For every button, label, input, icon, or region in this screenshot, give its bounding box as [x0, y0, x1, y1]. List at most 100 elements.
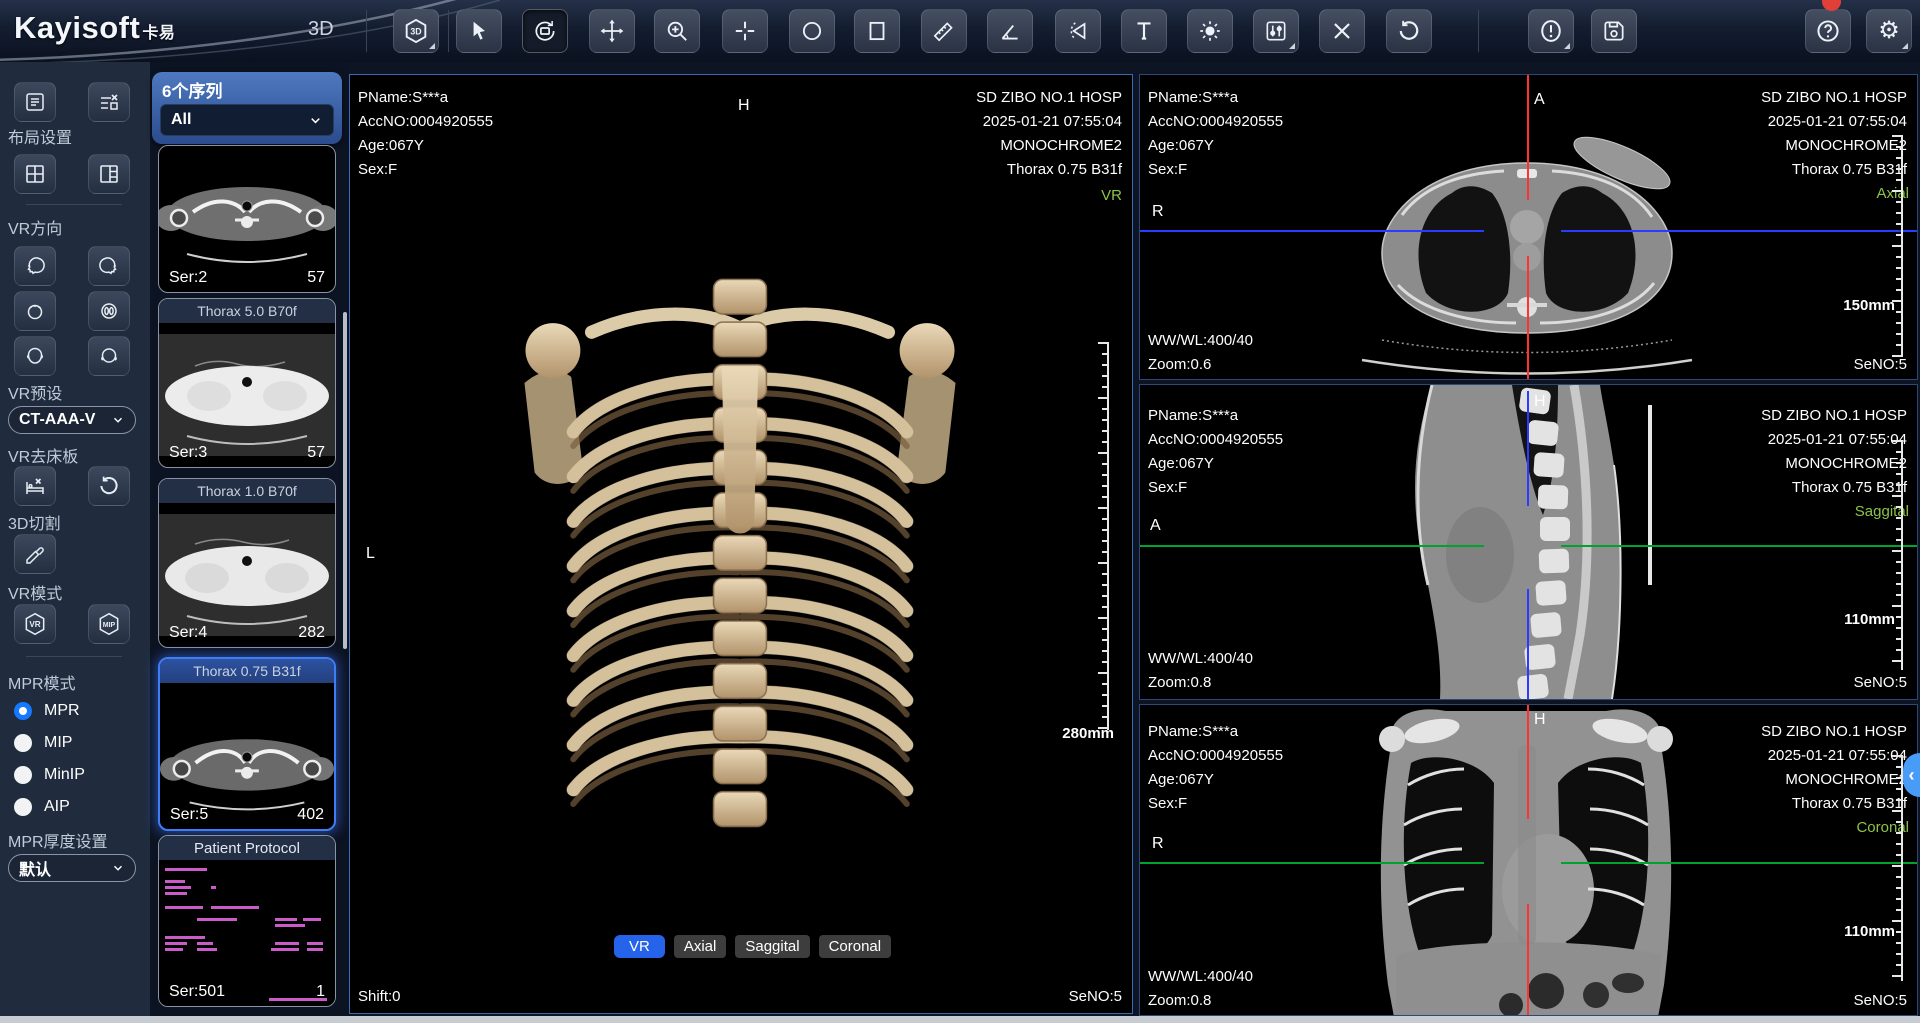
zoom-in-button[interactable]	[654, 9, 700, 53]
bed-remove-button[interactable]	[14, 466, 56, 506]
layout-right-split-button[interactable]	[88, 154, 130, 194]
crosshair-vertical[interactable]	[1527, 705, 1529, 819]
gear-icon: ⚙	[1878, 19, 1900, 43]
head-left-button[interactable]	[14, 246, 56, 286]
help-button[interactable]	[1805, 9, 1851, 53]
head-posterior-button[interactable]	[88, 336, 130, 376]
mip-hexagon-button[interactable]: MIP	[88, 604, 130, 644]
text-annotation-icon	[1131, 18, 1157, 44]
delete-button[interactable]	[1319, 9, 1365, 53]
mpr-mode-label: MPR模式	[8, 670, 76, 694]
grid-2x2-icon	[23, 162, 47, 186]
head-superior-button[interactable]	[14, 291, 56, 331]
bed-remove-icon	[23, 474, 47, 498]
grid-2x2-button[interactable]	[14, 154, 56, 194]
crosshair-horizontal[interactable]	[1140, 545, 1484, 547]
coronal-button[interactable]: Coronal	[819, 935, 892, 958]
svg-text:3D: 3D	[410, 26, 421, 36]
vr-skeleton-render	[496, 273, 984, 853]
scale-value: 280mm	[1062, 725, 1114, 742]
settings-button[interactable]: ⚙	[1866, 9, 1912, 53]
head-inferior-button[interactable]	[88, 291, 130, 331]
protractor-icon	[1065, 18, 1091, 44]
crosshair-horizontal[interactable]	[1561, 545, 1918, 547]
ellipse-button[interactable]	[789, 9, 835, 53]
series-thumb-ser501[interactable]: Patient Protocol Ser:501 1	[158, 835, 336, 1007]
hospital-name: SD ZIBO NO.1 HOSP	[1761, 723, 1907, 740]
reset-button[interactable]	[1386, 9, 1432, 53]
angle-button[interactable]	[987, 9, 1033, 53]
adjustments-button[interactable]	[1253, 9, 1299, 53]
mpr-thickness-label: MPR厚度设置	[8, 828, 108, 852]
top-toolbar: Kayisoft卡易 3D 3D	[0, 0, 1920, 62]
brightness-button[interactable]	[1187, 9, 1233, 53]
vr-direction-label: VR方向	[8, 215, 62, 239]
image-count: 1	[316, 983, 325, 1001]
shift-value: Shift:0	[358, 988, 401, 1005]
volume-3d-button[interactable]: 3D	[393, 9, 439, 53]
rotate-3d-icon	[532, 18, 558, 44]
vr-viewport[interactable]: PName:S***a AccNO:0004920555 Age:067Y Se…	[349, 74, 1133, 1014]
radio-mip[interactable]: MIP	[14, 734, 72, 752]
chevron-down-icon	[111, 861, 125, 875]
series-number: Ser:4	[169, 624, 207, 642]
collapse-panel-button[interactable]: ‹	[1903, 753, 1920, 797]
coronal-viewport[interactable]: PName:S***a AccNO:0004920555 Age:067Y Se…	[1139, 704, 1918, 1016]
series-scrollbar[interactable]	[343, 312, 347, 649]
crosshair-horizontal[interactable]	[1140, 230, 1484, 232]
crosshair-vertical[interactable]	[1527, 391, 1529, 506]
crosshair-vertical[interactable]	[1527, 589, 1529, 700]
series-description: Thorax 0.75 B31f	[1007, 161, 1122, 178]
toolbar-divider	[366, 10, 367, 52]
bed-reset-button[interactable]	[88, 466, 130, 506]
series-thumb-ser2[interactable]: Ser:2 57	[158, 145, 336, 293]
vr-button[interactable]: VR	[614, 935, 665, 958]
crosshair-vertical[interactable]	[1527, 75, 1529, 200]
study-datetime: 2025-01-21 07:55:04	[983, 113, 1122, 130]
series-title: Thorax 0.75 B31f	[160, 659, 334, 683]
mpr-thickness-select[interactable]: 默认	[8, 854, 136, 882]
ruler-button[interactable]	[921, 9, 967, 53]
alert-button[interactable]	[1528, 9, 1574, 53]
series-thumb-ser3[interactable]: Thorax 5.0 B70f Ser:3 57	[158, 298, 336, 468]
series-number: Ser:5	[170, 806, 208, 824]
text-annotation-button[interactable]	[1121, 9, 1167, 53]
cursor-button[interactable]	[456, 9, 502, 53]
radio-mpr[interactable]: MPR	[14, 702, 80, 720]
radio-label: MIP	[44, 734, 72, 752]
crosshair-vertical[interactable]	[1527, 904, 1529, 1016]
axial-button[interactable]: Axial	[674, 935, 727, 958]
head-anterior-button[interactable]	[14, 336, 56, 376]
layout-right-split-icon	[97, 162, 121, 186]
vr-preset-select[interactable]: CT-AAA-V	[8, 406, 136, 434]
chevron-left-icon: ‹	[1909, 765, 1915, 786]
pan-button[interactable]	[589, 9, 635, 53]
head-right-button[interactable]	[88, 246, 130, 286]
patient-sex: Sex:F	[1148, 795, 1187, 812]
crosshair-horizontal[interactable]	[1561, 230, 1918, 232]
radio-minip[interactable]: MinIP	[14, 766, 85, 784]
rotate-3d-button[interactable]	[522, 9, 568, 53]
layout-report-button[interactable]	[14, 82, 56, 122]
series-number-overlay: SeNO:5	[1854, 674, 1907, 691]
scalpel-button[interactable]	[14, 534, 56, 574]
rectangle-button[interactable]	[854, 9, 900, 53]
series-filter-select[interactable]: All	[160, 104, 334, 136]
series-thumb-ser5-selected[interactable]: Thorax 0.75 B31f Ser:5 402	[158, 657, 336, 831]
saggital-viewport[interactable]: PName:S***a AccNO:0004920555 Age:067Y Se…	[1139, 384, 1918, 700]
save-button[interactable]	[1591, 9, 1637, 53]
layout-close-button[interactable]	[88, 82, 130, 122]
crosshair-horizontal[interactable]	[1561, 862, 1918, 864]
scalpel-icon	[23, 542, 47, 566]
radio-aip[interactable]: AIP	[14, 798, 70, 816]
vr-hexagon-button[interactable]: VR	[14, 604, 56, 644]
axial-viewport[interactable]: PName:S***a AccNO:0004920555 Age:067Y Se…	[1139, 74, 1918, 380]
protractor-button[interactable]	[1055, 9, 1101, 53]
saggital-button[interactable]: Saggital	[735, 935, 809, 958]
crosshair-horizontal[interactable]	[1140, 862, 1484, 864]
crosshair-button[interactable]	[722, 9, 768, 53]
vr-bed-label: VR去床板	[8, 443, 78, 467]
patient-age: Age:067Y	[1148, 137, 1214, 154]
crosshair-vertical[interactable]	[1527, 256, 1529, 380]
series-thumb-ser4[interactable]: Thorax 1.0 B70f Ser:4 282	[158, 478, 336, 648]
